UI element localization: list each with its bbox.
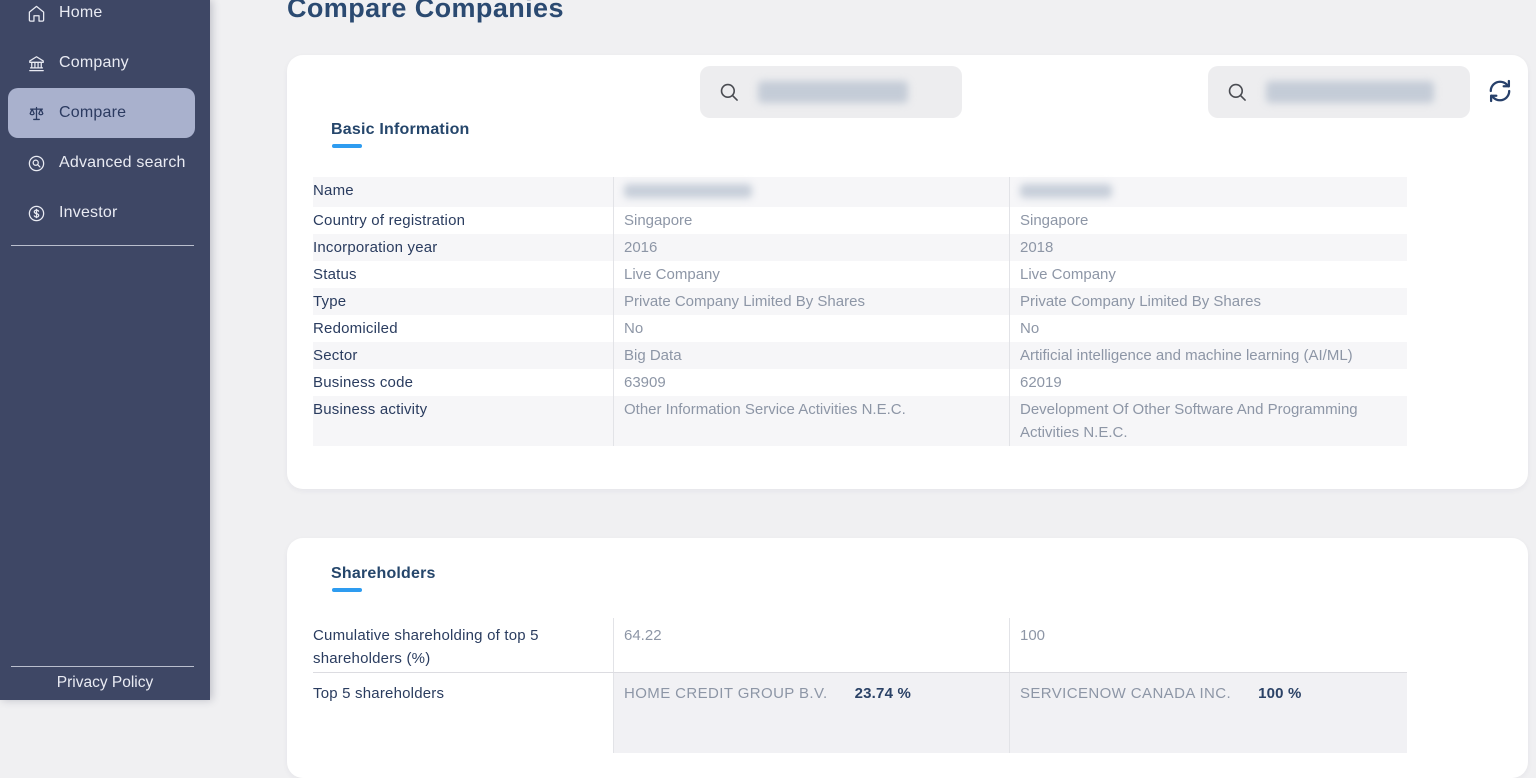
shareholder-percentage: 23.74 % — [855, 682, 911, 705]
section-heading-basic-information: Basic Information — [331, 121, 470, 139]
table-row: Type Private Company Limited By Shares P… — [313, 288, 1407, 315]
refresh-button[interactable] — [1484, 75, 1516, 107]
sidebar-nav: Home Company Compare Advanced search — [0, 0, 210, 238]
redacted-company-name — [1266, 81, 1434, 103]
sidebar-item-company[interactable]: Company — [8, 38, 195, 88]
sidebar-footer: Privacy Policy — [0, 666, 210, 700]
table-row: Top 5 shareholders HOME CREDIT GROUP B.V… — [313, 673, 1407, 753]
redacted-company-name — [1020, 184, 1112, 198]
investor-icon — [26, 203, 46, 223]
heading-accent-underline — [332, 588, 362, 592]
basic-information-table: Name Country of registration Singapore S… — [313, 177, 1407, 446]
sidebar-item-home[interactable]: Home — [8, 0, 195, 38]
shareholders-card: Shareholders Cumulative shareholding of … — [287, 538, 1528, 778]
table-row: Name — [313, 177, 1407, 207]
sidebar-item-label: Advanced search — [59, 154, 186, 172]
heading-accent-underline — [332, 144, 362, 148]
shareholders-table: Cumulative shareholding of top 5 shareho… — [313, 618, 1407, 753]
table-row: Business code 63909 62019 — [313, 369, 1407, 396]
company-search-right[interactable] — [1208, 66, 1470, 118]
sidebar-item-label: Home — [59, 4, 102, 22]
sidebar-item-label: Compare — [59, 104, 126, 122]
main-content: Compare Companies Basic Information Name — [210, 0, 1536, 700]
search-icon — [718, 81, 741, 104]
basic-information-card: Basic Information Name Country of regist… — [287, 55, 1528, 489]
home-icon — [26, 3, 46, 23]
app-root: Home Company Compare Advanced search — [0, 0, 1536, 700]
sidebar-item-label: Company — [59, 54, 129, 72]
table-row: Redomiciled No No — [313, 315, 1407, 342]
search-icon — [1226, 81, 1249, 104]
shareholder-percentage: 100 % — [1258, 682, 1302, 705]
advanced-search-icon — [26, 153, 46, 173]
table-row: Business activity Other Information Serv… — [313, 396, 1407, 446]
page-title: Compare Companies — [287, 0, 1536, 24]
sidebar-divider — [11, 245, 194, 246]
company-search-left[interactable] — [700, 66, 962, 118]
table-row: Status Live Company Live Company — [313, 261, 1407, 288]
sidebar: Home Company Compare Advanced search — [0, 0, 210, 700]
table-row: Country of registration Singapore Singap… — [313, 207, 1407, 234]
table-row: Incorporation year 2016 2018 — [313, 234, 1407, 261]
redacted-company-name — [758, 81, 908, 103]
table-row: Cumulative shareholding of top 5 shareho… — [313, 618, 1407, 673]
sidebar-item-compare[interactable]: Compare — [8, 88, 195, 138]
section-heading-shareholders: Shareholders — [331, 565, 436, 583]
sidebar-item-investor[interactable]: Investor — [8, 188, 195, 238]
redacted-company-name — [624, 184, 752, 198]
compare-icon — [26, 103, 46, 123]
shareholder-name: HOME CREDIT GROUP B.V. — [624, 682, 828, 705]
table-row: Sector Big Data Artificial intelligence … — [313, 342, 1407, 369]
shareholder-name: SERVICENOW CANADA INC. — [1020, 682, 1231, 705]
company-icon — [26, 53, 46, 73]
sidebar-item-label: Investor — [59, 204, 118, 222]
privacy-policy-link[interactable]: Privacy Policy — [0, 667, 210, 700]
sidebar-item-advanced-search[interactable]: Advanced search — [8, 138, 195, 188]
refresh-icon — [1487, 78, 1513, 104]
